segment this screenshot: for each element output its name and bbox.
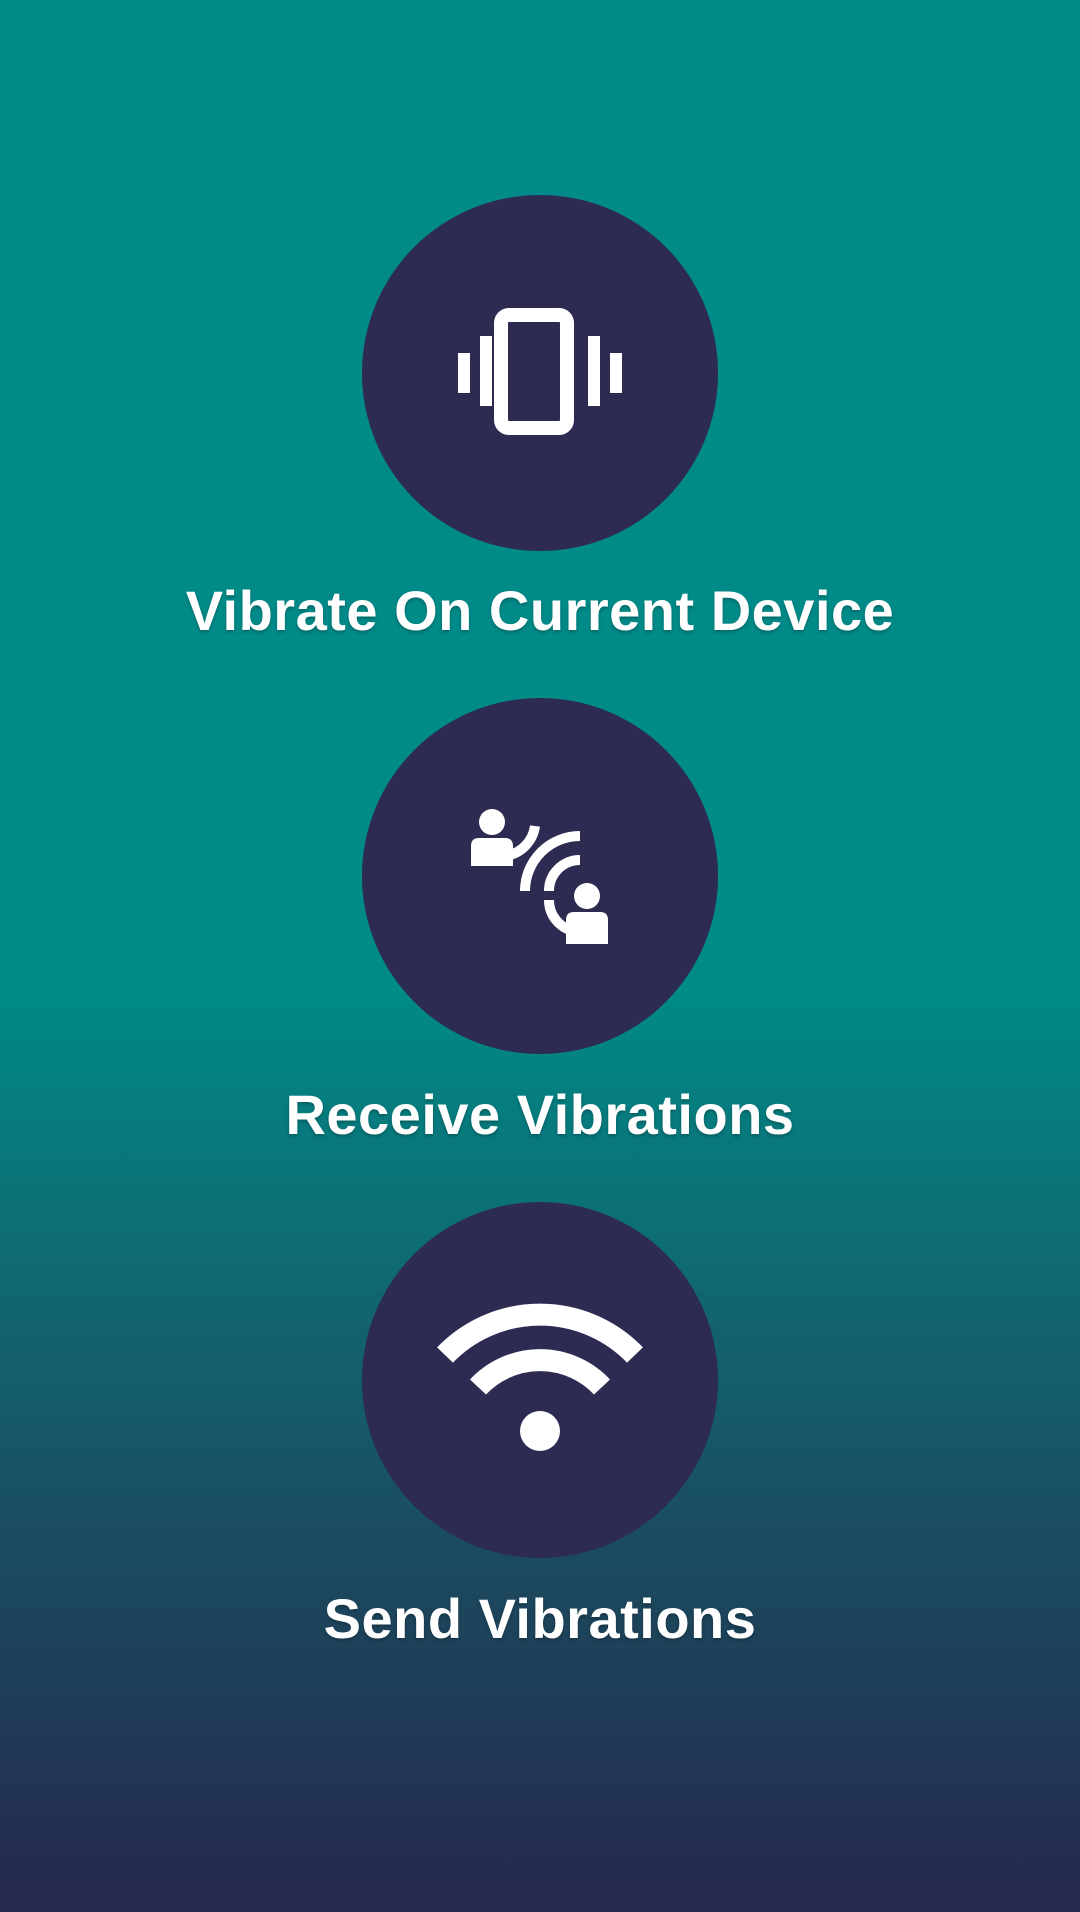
vibrate-current-device-button[interactable]	[362, 195, 718, 551]
vibrate-current-device-label[interactable]: Vibrate On Current Device	[0, 578, 1080, 643]
receive-vibrations-label[interactable]: Receive Vibrations	[0, 1082, 1080, 1147]
wifi-signal-icon	[437, 1303, 643, 1451]
send-vibrations-button[interactable]	[362, 1202, 718, 1558]
send-vibrations-label[interactable]: Send Vibrations	[0, 1586, 1080, 1651]
connected-users-icon	[471, 809, 608, 944]
phone-vibrate-icon	[458, 308, 622, 435]
receive-vibrations-button[interactable]	[362, 698, 718, 1054]
